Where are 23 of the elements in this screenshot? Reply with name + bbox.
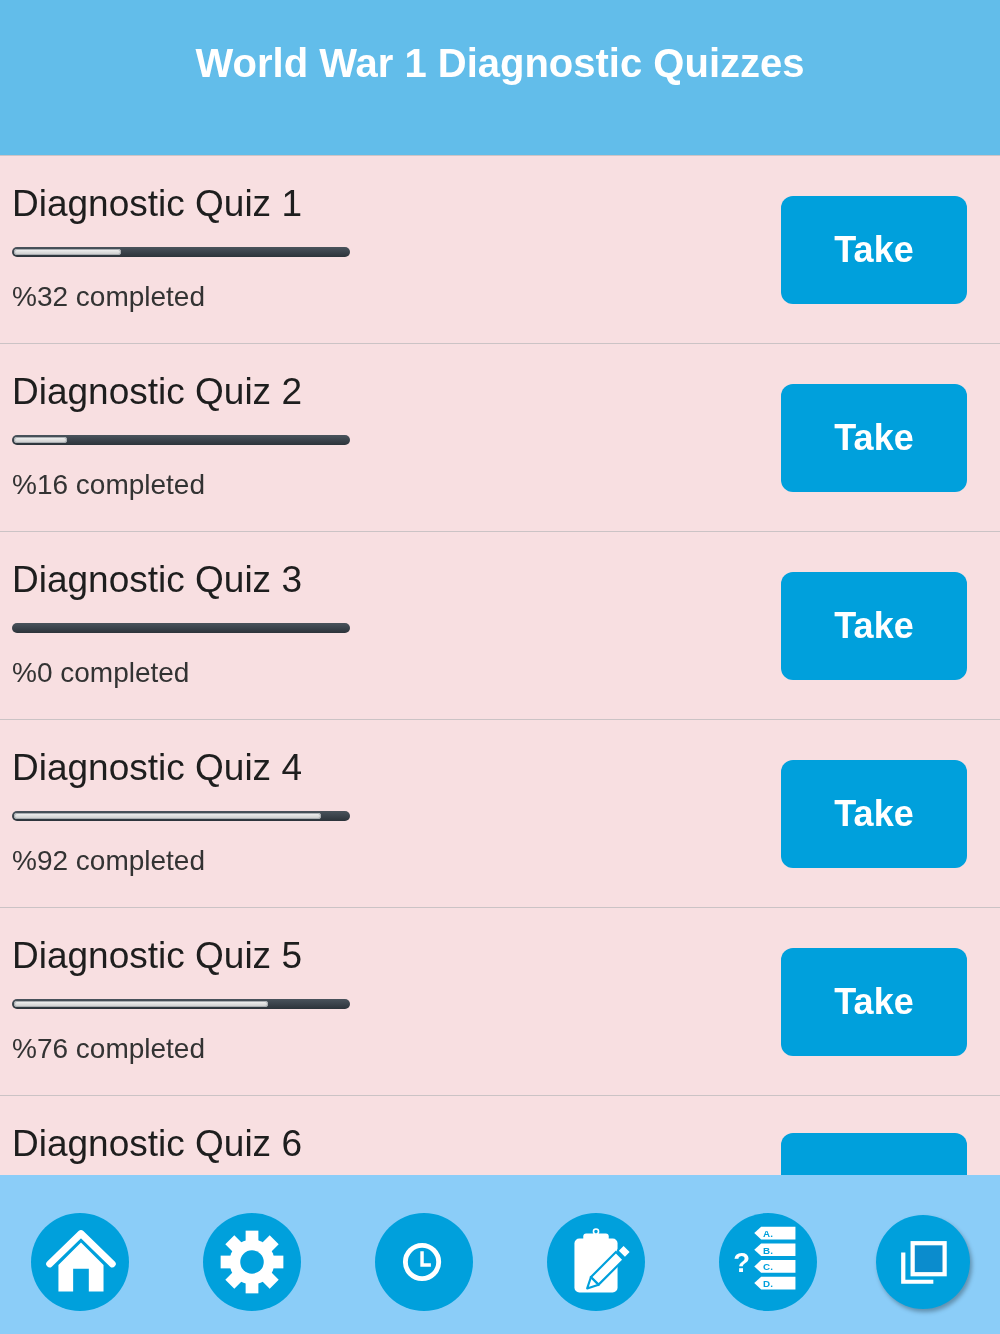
multiple-choice-icon[interactable]: ? A. B. C. D.: [719, 1213, 817, 1311]
clipboard-pencil-icon[interactable]: [547, 1213, 645, 1311]
quiz-title: Diagnostic Quiz 3: [12, 559, 302, 601]
screen-title: World War 1 Diagnostic Quizzes: [195, 40, 805, 86]
quiz-title: Diagnostic Quiz 1: [12, 183, 302, 225]
take-button[interactable]: Take: [781, 947, 967, 1056]
quiz-title: Diagnostic Quiz 5: [12, 935, 302, 977]
completion-text: %76 completed: [12, 1032, 205, 1066]
settings-icon[interactable]: [203, 1213, 301, 1311]
take-button[interactable]: Take: [781, 195, 967, 304]
completion-text: %0 completed: [12, 656, 190, 690]
quiz-title: Diagnostic Quiz 6: [12, 1123, 302, 1165]
copy-icon[interactable]: [876, 1215, 970, 1309]
completion-text: %16 completed: [12, 468, 205, 502]
completion-text: %92 completed: [12, 844, 205, 878]
quiz-title: Diagnostic Quiz 2: [12, 371, 302, 413]
quiz-title: Diagnostic Quiz 4: [12, 747, 302, 789]
completion-text: %32 completed: [12, 280, 205, 314]
home-icon[interactable]: [31, 1213, 129, 1311]
clock-icon[interactable]: [375, 1213, 473, 1311]
take-button[interactable]: Take: [781, 383, 967, 492]
take-button[interactable]: Take: [781, 571, 967, 680]
take-button[interactable]: Take: [781, 759, 967, 868]
